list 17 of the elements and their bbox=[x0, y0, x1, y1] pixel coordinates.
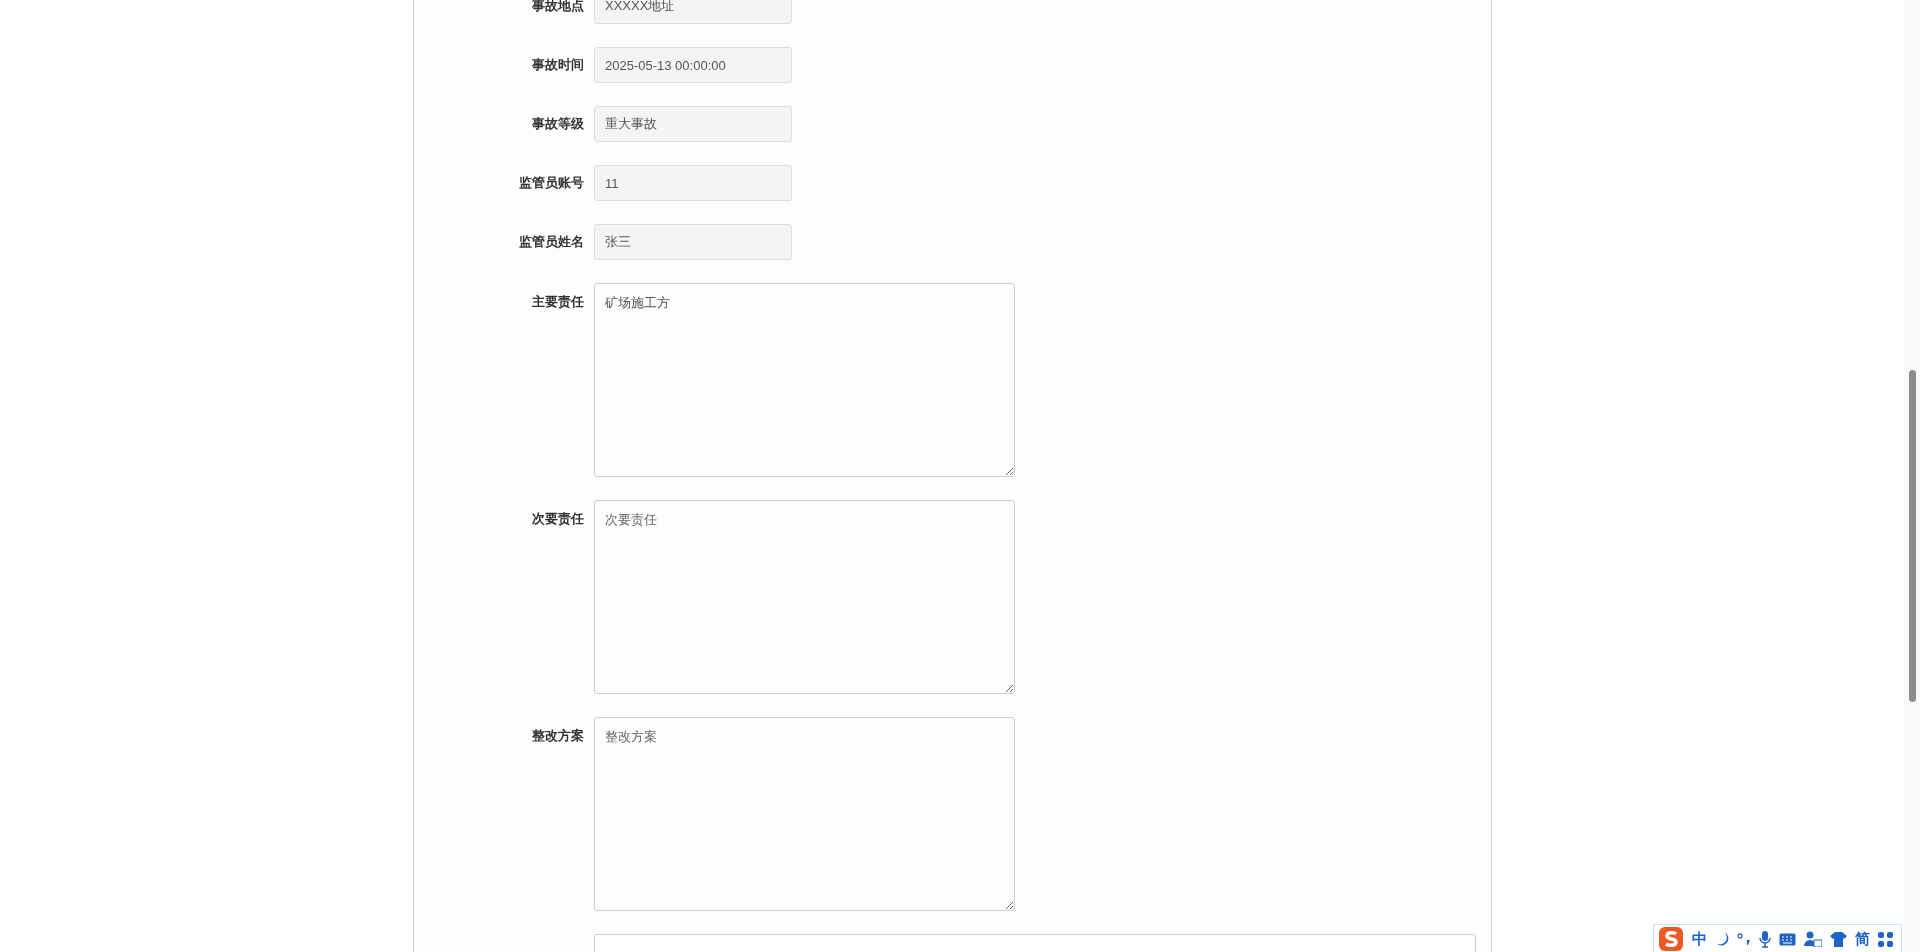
field-label: 监管员账号 bbox=[518, 174, 584, 192]
script-toggle[interactable]: 简 bbox=[1855, 929, 1870, 949]
input-field[interactable]: XXXXX地址 bbox=[594, 0, 792, 24]
text-area[interactable]: 矿场施工方 bbox=[594, 283, 1015, 477]
field-label: 监管员姓名 bbox=[518, 233, 584, 251]
text-area[interactable]: 次要责任 bbox=[594, 500, 1015, 694]
input-field[interactable]: 2025-05-13 00:00:00 bbox=[594, 47, 792, 83]
text-area[interactable]: 整改方案 bbox=[594, 717, 1015, 911]
field-label: 事故时间 bbox=[531, 56, 584, 74]
field-label: 事故等级 bbox=[531, 115, 584, 133]
input-field[interactable]: 重大事故 bbox=[594, 106, 792, 142]
field-label: 整改方案 bbox=[531, 727, 584, 745]
input-field[interactable]: 张三 bbox=[594, 224, 792, 260]
field-label: 主要责任 bbox=[531, 293, 584, 311]
field-label: 次要责任 bbox=[531, 510, 584, 528]
mode-toggle[interactable]: 中 bbox=[1692, 929, 1707, 949]
input-field[interactable]: 11 bbox=[594, 165, 792, 201]
